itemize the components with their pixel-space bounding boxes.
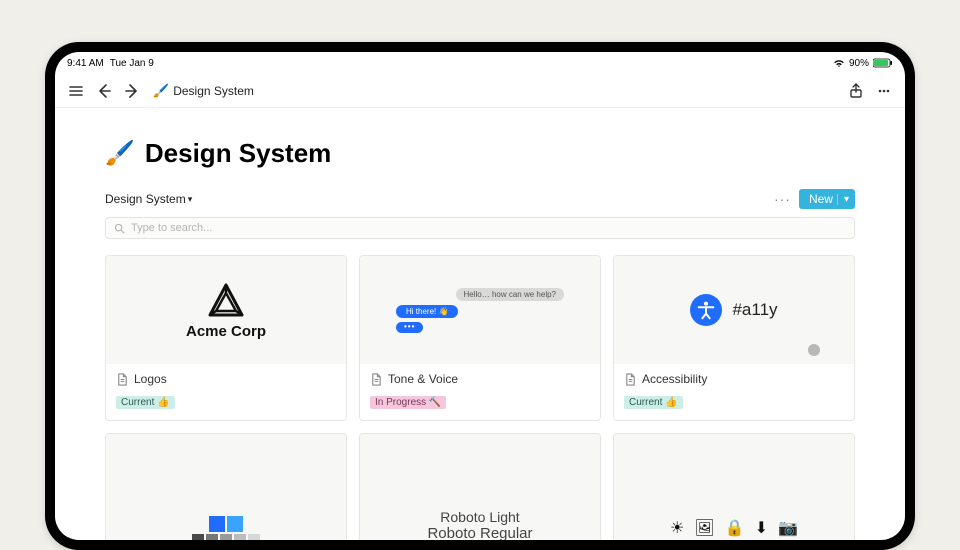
- card-cover: Hello… how can we help? Hi there! 👋 •••: [360, 256, 600, 364]
- document-icon: [370, 373, 383, 386]
- triangle-logo-icon: [206, 281, 246, 321]
- typing-indicator-icon: •••: [396, 322, 423, 333]
- view-controls: Design System ▾ ··· New ▾: [105, 189, 855, 209]
- gallery-card[interactable]: Hello… how can we help? Hi there! 👋 ••• …: [359, 255, 601, 421]
- battery-icon: [873, 58, 893, 68]
- card-cover: #a11y: [614, 256, 854, 364]
- brand-name: Acme Corp: [186, 323, 266, 340]
- more-button[interactable]: [873, 80, 895, 102]
- document-icon: [624, 373, 637, 386]
- search-input[interactable]: Type to search...: [105, 217, 855, 239]
- page-title: 🖌️ Design System: [105, 138, 855, 169]
- chat-bubble: Hello… how can we help?: [456, 288, 565, 301]
- chevron-down-icon: ▾: [837, 194, 849, 205]
- chevron-down-icon: ▾: [188, 194, 193, 205]
- a11y-label: #a11y: [732, 300, 777, 320]
- status-bar: 9:41 AM Tue Jan 9 90%: [55, 52, 905, 74]
- card-cover: [106, 434, 346, 540]
- card-title: Logos: [134, 372, 167, 386]
- status-date: Tue Jan 9: [110, 58, 154, 69]
- breadcrumb[interactable]: 🖌️ Design System: [153, 83, 254, 99]
- status-badge: Current 👍: [624, 396, 683, 409]
- status-badge: Current 👍: [116, 396, 175, 409]
- card-cover: Acme Corp: [106, 256, 346, 364]
- lock-icon: 🔒: [725, 518, 745, 538]
- menu-icon[interactable]: [65, 80, 87, 102]
- color-palette-icon: [192, 516, 260, 540]
- share-button[interactable]: [845, 80, 867, 102]
- accessibility-icon: [690, 294, 722, 326]
- status-time: 9:41 AM: [67, 58, 104, 69]
- download-icon: ⬇: [755, 518, 768, 538]
- brush-icon: 🖌️: [153, 83, 169, 99]
- camera-icon: 📷: [778, 518, 798, 538]
- card-cover: ☀ 🖼 🔒 ⬇ 📷: [614, 434, 854, 540]
- view-more-button[interactable]: ···: [774, 191, 791, 207]
- new-button[interactable]: New ▾: [799, 189, 855, 209]
- gallery-card[interactable]: ☀ 🖼 🔒 ⬇ 📷: [613, 433, 855, 540]
- breadcrumb-title: Design System: [173, 84, 254, 98]
- font-sample: Roboto Regular: [427, 525, 532, 540]
- gallery-card[interactable]: [105, 433, 347, 540]
- app-toolbar: 🖌️ Design System: [55, 74, 905, 108]
- gallery-card[interactable]: Roboto Light Roboto Regular: [359, 433, 601, 540]
- card-cover: Roboto Light Roboto Regular: [360, 434, 600, 540]
- back-button[interactable]: [93, 80, 115, 102]
- wifi-icon: [833, 58, 845, 68]
- status-badge: In Progress 🔨: [370, 396, 446, 409]
- status-battery-pct: 90%: [849, 58, 869, 69]
- card-title: Accessibility: [642, 372, 707, 386]
- chat-bubble: Hi there! 👋: [396, 305, 458, 318]
- new-button-label: New: [809, 192, 833, 206]
- brightness-icon: ☀: [670, 518, 684, 538]
- page-title-text: Design System: [145, 138, 331, 169]
- view-name: Design System: [105, 192, 186, 206]
- image-icon: 🖼: [694, 518, 714, 538]
- gallery-card[interactable]: #a11y Accessibility Current 👍: [613, 255, 855, 421]
- search-icon: [114, 223, 125, 234]
- page-content: 🖌️ Design System Design System ▾ ··· New…: [55, 108, 905, 540]
- gallery-grid: Acme Corp Logos Current 👍: [105, 255, 855, 540]
- device-frame: 9:41 AM Tue Jan 9 90%: [45, 42, 915, 550]
- forward-button[interactable]: [121, 80, 143, 102]
- search-placeholder: Type to search...: [131, 222, 212, 234]
- dot-icon: [808, 344, 820, 356]
- document-icon: [116, 373, 129, 386]
- view-selector[interactable]: Design System ▾: [105, 192, 192, 206]
- font-sample: Roboto Light: [440, 509, 519, 525]
- brush-icon: 🖌️: [105, 139, 135, 168]
- screen: 9:41 AM Tue Jan 9 90%: [55, 52, 905, 540]
- gallery-card[interactable]: Acme Corp Logos Current 👍: [105, 255, 347, 421]
- icon-row: ☀ 🖼 🔒 ⬇ 📷: [670, 518, 798, 538]
- card-title: Tone & Voice: [388, 372, 458, 386]
